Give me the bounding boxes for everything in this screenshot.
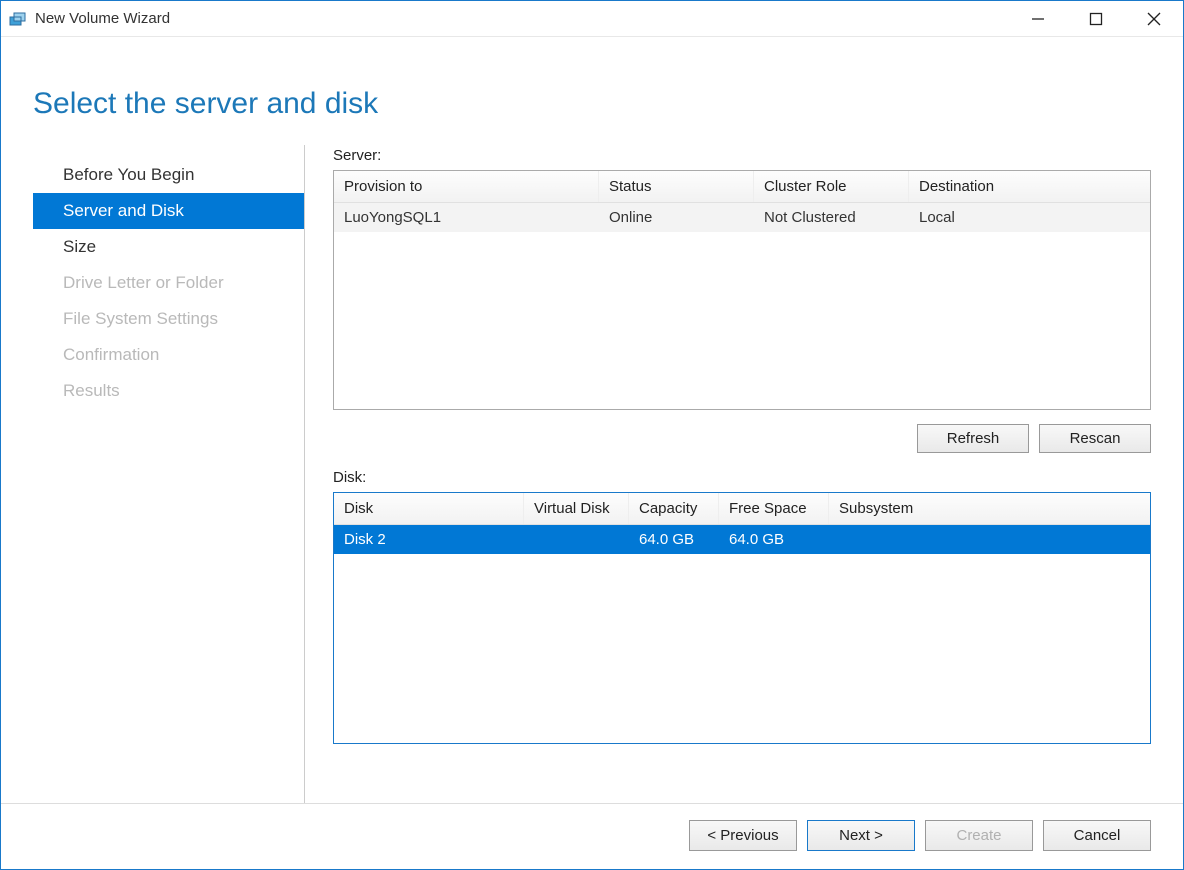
content: Select the server and disk Before You Be… (1, 37, 1183, 869)
col-status[interactable]: Status (599, 171, 754, 202)
close-button[interactable] (1125, 1, 1183, 36)
cell-capacity: 64.0 GB (629, 525, 719, 554)
step-file-system: File System Settings (33, 301, 304, 337)
refresh-button[interactable]: Refresh (917, 424, 1029, 453)
server-manager-icon (9, 10, 27, 28)
main-row: Before You Begin Server and Disk Size Dr… (1, 145, 1183, 803)
step-label: File System Settings (63, 309, 218, 328)
col-cluster-role[interactable]: Cluster Role (754, 171, 909, 202)
right-pane: Server: Provision to Status Cluster Role… (333, 145, 1151, 803)
step-results: Results (33, 373, 304, 409)
cell-subsystem (829, 525, 1150, 554)
step-label: Confirmation (63, 345, 159, 364)
wizard-footer: < Previous Next > Create Cancel (1, 803, 1183, 869)
create-button: Create (925, 820, 1033, 851)
titlebar: New Volume Wizard (1, 1, 1183, 37)
step-size[interactable]: Size (33, 229, 304, 265)
col-disk[interactable]: Disk (334, 493, 524, 524)
cell-provision-to: LuoYongSQL1 (334, 203, 599, 232)
col-free-space[interactable]: Free Space (719, 493, 829, 524)
cell-status: Online (599, 203, 754, 232)
window-title: New Volume Wizard (35, 10, 1009, 27)
minimize-button[interactable] (1009, 1, 1067, 36)
step-label: Server and Disk (63, 201, 184, 220)
step-label: Size (63, 237, 96, 256)
col-provision-to[interactable]: Provision to (334, 171, 599, 202)
wizard-steps-sidebar: Before You Begin Server and Disk Size Dr… (33, 145, 305, 803)
rescan-button[interactable]: Rescan (1039, 424, 1151, 453)
cell-free-space: 64.0 GB (719, 525, 829, 554)
server-grid-header: Provision to Status Cluster Role Destina… (334, 171, 1150, 203)
server-row[interactable]: LuoYongSQL1 Online Not Clustered Local (334, 203, 1150, 232)
cell-disk: Disk 2 (334, 525, 524, 554)
col-virtual-disk[interactable]: Virtual Disk (524, 493, 629, 524)
server-label: Server: (333, 147, 1151, 164)
disk-grid-header: Disk Virtual Disk Capacity Free Space Su… (334, 493, 1150, 525)
page-title: Select the server and disk (1, 37, 1183, 145)
col-subsystem[interactable]: Subsystem (829, 493, 1150, 524)
step-label: Before You Begin (63, 165, 194, 184)
cell-virtual-disk (524, 525, 629, 554)
server-actions: Refresh Rescan (333, 424, 1151, 453)
next-button[interactable]: Next > (807, 820, 915, 851)
step-server-and-disk[interactable]: Server and Disk (33, 193, 304, 229)
disk-row[interactable]: Disk 2 64.0 GB 64.0 GB (334, 525, 1150, 554)
wizard-window: New Volume Wizard Select the server and … (0, 0, 1184, 870)
cell-destination: Local (909, 203, 1150, 232)
step-drive-letter: Drive Letter or Folder (33, 265, 304, 301)
col-destination[interactable]: Destination (909, 171, 1150, 202)
step-label: Drive Letter or Folder (63, 273, 224, 292)
step-label: Results (63, 381, 120, 400)
maximize-button[interactable] (1067, 1, 1125, 36)
window-controls (1009, 1, 1183, 36)
step-before-you-begin[interactable]: Before You Begin (33, 157, 304, 193)
previous-button[interactable]: < Previous (689, 820, 797, 851)
disk-label: Disk: (333, 469, 1151, 486)
disk-grid[interactable]: Disk Virtual Disk Capacity Free Space Su… (333, 492, 1151, 744)
step-confirmation: Confirmation (33, 337, 304, 373)
cell-cluster-role: Not Clustered (754, 203, 909, 232)
server-grid[interactable]: Provision to Status Cluster Role Destina… (333, 170, 1151, 410)
cancel-button[interactable]: Cancel (1043, 820, 1151, 851)
col-capacity[interactable]: Capacity (629, 493, 719, 524)
